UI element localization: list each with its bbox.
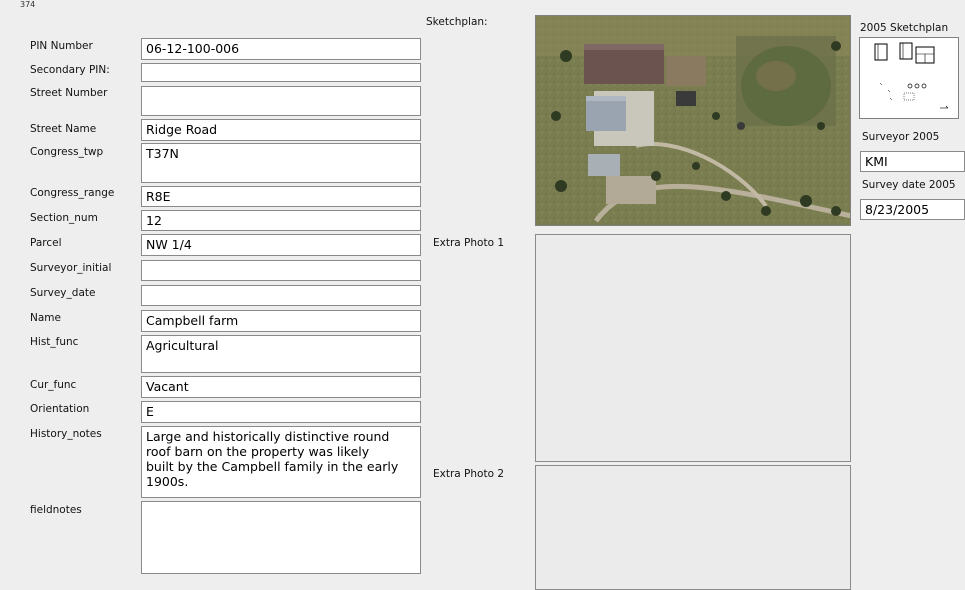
surveyor-initial-field[interactable] <box>141 260 421 281</box>
cur-func-label: Cur_func <box>30 379 77 391</box>
congress-range-field[interactable]: R8E <box>141 186 421 207</box>
survey-date-label: Survey_date <box>30 287 96 299</box>
street-name-field[interactable]: Ridge Road <box>141 119 421 141</box>
section-num-field[interactable]: 12 <box>141 210 421 231</box>
secondary-pin-field[interactable] <box>141 63 421 82</box>
street-number-label: Street Number <box>30 87 108 99</box>
extra-photo-1-label: Extra Photo 1 <box>433 237 505 249</box>
surveyor-initial-label: Surveyor_initial <box>30 262 112 274</box>
pin-number-label: PIN Number <box>30 40 93 52</box>
hist-func-label: Hist_func <box>30 336 79 348</box>
survey-date-2005-field[interactable]: 8/23/2005 <box>860 199 965 220</box>
section-num-label: Section_num <box>30 212 98 224</box>
cur-func-field[interactable]: Vacant <box>141 376 421 398</box>
extra-photo-2-frame[interactable] <box>535 465 851 590</box>
surveyor-2005-label: Surveyor 2005 <box>862 131 940 143</box>
history-notes-field[interactable]: Large and historically distinctive round… <box>141 426 421 498</box>
secondary-pin-label: Secondary PIN: <box>30 64 110 76</box>
page-number: 374 <box>20 0 36 9</box>
sketchplan-label: Sketchplan: <box>426 16 488 28</box>
sketchplan-drawing <box>874 42 949 109</box>
street-number-field[interactable] <box>141 86 421 116</box>
congress-twp-label: Congress_twp <box>30 146 104 158</box>
congress-range-label: Congress_range <box>30 187 115 199</box>
aerial-photo-image <box>536 16 850 225</box>
sketchplan-2005-label: 2005 Sketchplan <box>860 22 949 34</box>
surveyor-2005-field[interactable]: KMI <box>860 151 965 172</box>
hist-func-field[interactable]: Agricultural <box>141 335 421 373</box>
fieldnotes-field[interactable] <box>141 501 421 574</box>
orientation-field[interactable]: E <box>141 401 421 423</box>
orientation-label: Orientation <box>30 403 90 415</box>
name-label: Name <box>30 312 61 324</box>
extra-photo-2-label: Extra Photo 2 <box>433 468 505 480</box>
fieldnotes-label: fieldnotes <box>30 504 82 516</box>
history-notes-label: History_notes <box>30 428 102 440</box>
street-name-label: Street Name <box>30 123 97 135</box>
aerial-photo[interactable] <box>535 15 851 226</box>
sketchplan-2005-image[interactable] <box>859 37 959 119</box>
extra-photo-1-frame[interactable] <box>535 234 851 462</box>
name-field[interactable]: Campbell farm <box>141 310 421 332</box>
parcel-label: Parcel <box>30 237 62 249</box>
pin-number-field[interactable]: 06-12-100-006 <box>141 38 421 60</box>
parcel-field[interactable]: NW 1/4 <box>141 234 421 256</box>
survey-date-2005-label: Survey date 2005 <box>862 179 956 191</box>
congress-twp-field[interactable]: T37N <box>141 143 421 183</box>
survey-date-field[interactable] <box>141 285 421 306</box>
